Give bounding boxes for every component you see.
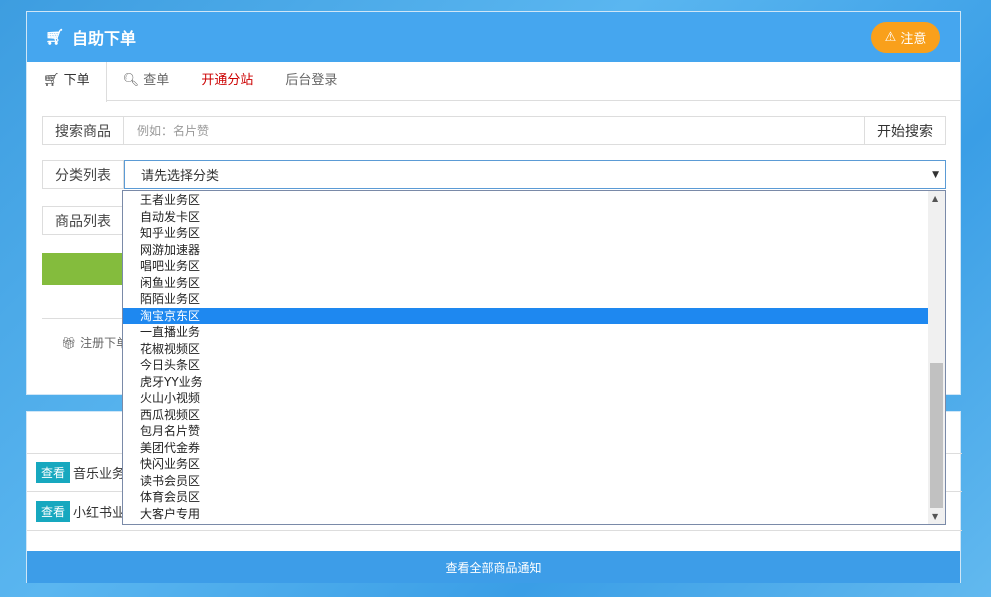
gift-icon: 🎁︎ [61,336,81,350]
cart-icon: 🛒︎ [43,73,64,88]
panel-title: 自助下单 [72,29,137,48]
search-icon: 🔍︎ [122,73,144,88]
category-select[interactable]: 请先选择分类 ▼ [124,160,946,189]
notice-button[interactable]: ⚠ 注意 [871,22,940,53]
tab-bar: 🛒︎ 下单 🔍︎ 查单 开通分站 后台登录 [27,62,960,102]
view-button[interactable]: 查看 [36,462,71,483]
start-search-button[interactable]: 开始搜索 [864,117,945,144]
dropdown-option[interactable]: 知乎业务区 [123,225,928,242]
search-input[interactable]: 例如：名片赞 [124,117,864,144]
scrollbar-thumb[interactable] [930,363,943,508]
dropdown-option[interactable]: 一直播业务 [123,324,928,341]
category-label: 分类列表 [43,161,124,188]
dropdown-option[interactable]: 火山小视频 [123,390,928,407]
dropdown-option[interactable]: 淘宝京东区 [123,307,928,324]
notice-text: 小红书业 [73,505,126,521]
dropdown-option[interactable]: 王者业务区 [123,192,928,209]
cart-icon: 🛒︎ [45,28,65,46]
dropdown-option[interactable]: 唱吧业务区 [123,258,928,275]
dropdown-option[interactable]: 自动发卡区 [123,209,928,226]
dropdown-option[interactable]: 虎牙YY业务 [123,374,928,391]
scroll-down-icon[interactable]: ▼ [932,512,938,521]
register-text: 注册下单 [80,336,129,350]
register-link[interactable]: 🎁︎ 注册下单 [61,334,128,351]
tab-label: 查单 [143,73,170,88]
category-row: 分类列表 请先选择分类 ▼ [42,160,946,189]
dropdown-option[interactable]: 快闪业务区 [123,456,928,473]
warning-icon: ⚠ [884,30,897,45]
dropdown-option[interactable]: 读书会员区 [123,473,928,490]
dropdown-option[interactable]: 花椒视频区 [123,341,928,358]
dropdown-option[interactable]: 体育会员区 [123,489,928,506]
tab-label: 后台登录 [285,73,338,88]
category-selected: 请先选择分类 [141,169,220,184]
goods-label: 商品列表 [43,207,124,234]
view-button[interactable]: 查看 [36,500,71,522]
category-dropdown-list: 王者业务区 自动发卡区 知乎业务区 网游加速器 唱吧业务区 闲鱼业务区 陌陌业务区 淘宝京东区… [122,190,946,525]
view-all-notices-link[interactable]: 查看全部商品通知 [27,551,960,583]
dropdown-option[interactable]: 西瓜视频区 [123,407,928,424]
tab-label: 下单 [63,73,90,88]
dropdown-option[interactable]: 包月名片赞 [123,423,928,440]
chevron-down-icon: ▼ [932,169,939,180]
dropdown-option[interactable]: 网游加速器 [123,242,928,259]
search-label: 搜索商品 [43,117,124,144]
tab-admin-login[interactable]: 后台登录 [269,62,353,100]
panel-header: 🛒︎ 自助下单 ⚠ 注意 [27,12,960,62]
dropdown-option[interactable]: 大客户专用 [123,506,928,523]
dropdown-option[interactable]: 今日头条区 [123,357,928,374]
notice-text: 音乐业务 [73,467,126,482]
dropdown-option[interactable]: 闲鱼业务区 [123,275,928,292]
tab-open-substation[interactable]: 开通分站 [185,62,269,100]
dropdown-option[interactable]: 陌陌业务区 [123,291,928,308]
search-row: 搜索商品 例如：名片赞 开始搜索 [42,116,946,145]
tab-label: 开通分站 [201,73,254,88]
scrollbar[interactable]: ▲ ▼ [928,191,945,524]
scroll-up-icon[interactable]: ▲ [932,194,938,203]
notice-label: 注意 [900,32,927,47]
tab-query[interactable]: 🔍︎ 查单 [107,62,186,100]
tab-order[interactable]: 🛒︎ 下单 [27,62,107,102]
dropdown-option[interactable]: 美团代金券 [123,440,928,457]
